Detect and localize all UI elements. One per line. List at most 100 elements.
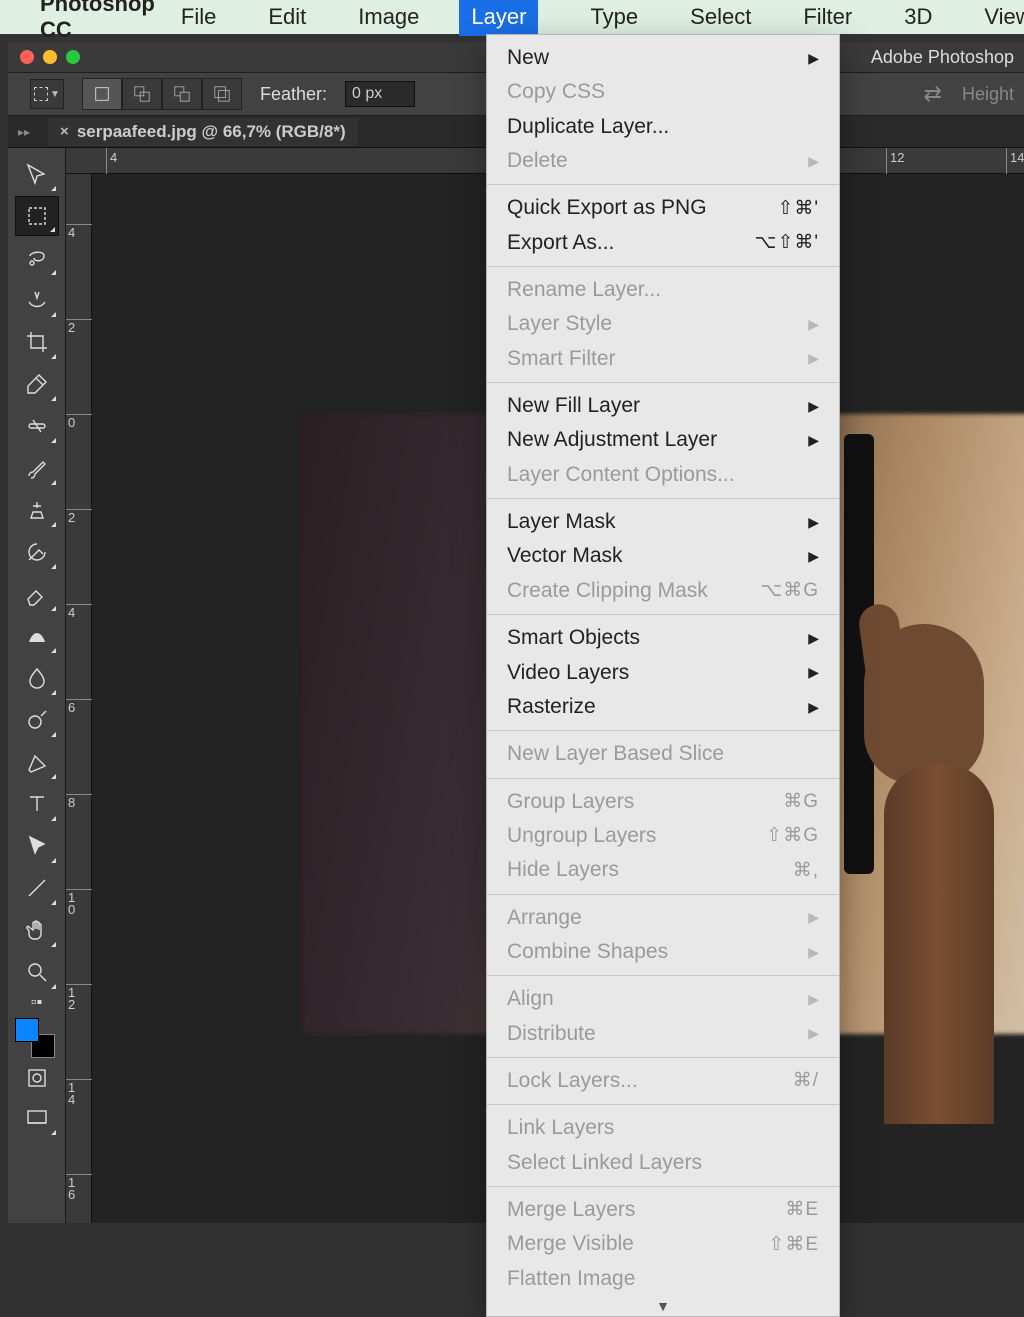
ruler-tick: 8 [66, 794, 92, 809]
crop-tool[interactable] [15, 322, 59, 362]
screen-mode-toggle[interactable] [15, 1098, 59, 1138]
menu-filter[interactable]: Filter [803, 4, 852, 30]
height-label: Height [962, 84, 1014, 105]
menu-item-flatten-image: Flatten Image [487, 1262, 839, 1296]
menu-image[interactable]: Image [358, 4, 419, 30]
tool-preset-picker[interactable]: ▼ [30, 79, 64, 109]
eyedropper-tool[interactable] [15, 364, 59, 404]
ruler-tick: 12 [886, 148, 904, 174]
ruler-tick: 4 [66, 604, 92, 619]
quick-mask-toggle[interactable] [15, 1058, 59, 1098]
close-window-button[interactable] [20, 50, 34, 64]
lasso-tool[interactable] [15, 238, 59, 278]
tool-panel: ▫▪ [8, 148, 66, 1223]
selection-new-button[interactable] [82, 78, 122, 110]
selection-mode-segmented [82, 78, 242, 110]
move-tool[interactable] [15, 154, 59, 194]
maximize-window-button[interactable] [66, 50, 80, 64]
brush-tool[interactable] [15, 448, 59, 488]
path-select-tool[interactable] [15, 826, 59, 866]
menu-item-new-layer-based-slice: New Layer Based Slice [487, 737, 839, 771]
menu-item-align: Align▶ [487, 982, 839, 1016]
menu-item-smart-objects[interactable]: Smart Objects▶ [487, 621, 839, 655]
menu-item-group-layers: Group Layers⌘G [487, 785, 839, 819]
menu-select[interactable]: Select [690, 4, 751, 30]
swap-icon[interactable]: ⇄ [924, 81, 942, 107]
menu-item-duplicate-layer[interactable]: Duplicate Layer... [487, 110, 839, 144]
zoom-tool[interactable] [15, 952, 59, 992]
ruler-tick: 2 [66, 509, 92, 524]
menu-item-merge-layers: Merge Layers⌘E [487, 1193, 839, 1227]
menu-item-layer-mask[interactable]: Layer Mask▶ [487, 505, 839, 539]
menu-item-arrange: Arrange▶ [487, 901, 839, 935]
healing-brush-tool[interactable] [15, 406, 59, 446]
menu-separator [487, 730, 839, 731]
hand-tool[interactable] [15, 910, 59, 950]
history-brush-tool[interactable] [15, 532, 59, 572]
marquee-icon [34, 87, 48, 101]
menu-separator [487, 778, 839, 779]
clone-stamp-tool[interactable] [15, 490, 59, 530]
quick-select-tool[interactable] [15, 280, 59, 320]
menu-item-layer-content-options: Layer Content Options... [487, 458, 839, 492]
menu-separator [487, 975, 839, 976]
ruler-tick: 14 [66, 1079, 92, 1105]
ruler-tick: 10 [66, 889, 92, 915]
feather-input[interactable] [345, 81, 415, 107]
menu-item-delete: Delete▶ [487, 144, 839, 178]
menu-item-vector-mask[interactable]: Vector Mask▶ [487, 539, 839, 573]
menu-item-video-layers[interactable]: Video Layers▶ [487, 656, 839, 690]
ruler-tick: 14 [1006, 148, 1024, 174]
layer-menu-dropdown: New▶Copy CSSDuplicate Layer...Delete▶ Qui… [486, 34, 840, 1317]
menu-separator [487, 1057, 839, 1058]
expand-panels-icon[interactable]: ▸▸ [18, 125, 30, 139]
menu-separator [487, 382, 839, 383]
ruler-tick: 2 [66, 319, 92, 334]
selection-subtract-button[interactable] [162, 78, 202, 110]
ruler-tick: 12 [66, 984, 92, 1010]
eraser-tool[interactable] [15, 574, 59, 614]
pen-tool[interactable] [15, 742, 59, 782]
ruler-tick: 0 [66, 414, 92, 429]
window-traffic-lights [20, 50, 80, 64]
menu-item-copy-css: Copy CSS [487, 75, 839, 109]
menu-type[interactable]: Type [590, 4, 638, 30]
menu-item-quick-export-as-png[interactable]: Quick Export as PNG⇧⌘' [487, 191, 839, 225]
dodge-tool[interactable] [15, 700, 59, 740]
menu-separator [487, 894, 839, 895]
vertical-ruler[interactable]: 420246810121416 [66, 174, 92, 1223]
default-colors-icon[interactable]: ▫▪ [15, 994, 59, 1012]
close-tab-icon[interactable]: × [60, 123, 69, 140]
color-swatches[interactable] [15, 1018, 55, 1058]
menu-layer[interactable]: Layer [459, 0, 538, 36]
menu-item-export-as[interactable]: Export As...⌥⇧⌘' [487, 226, 839, 260]
minimize-window-button[interactable] [43, 50, 57, 64]
menu-item-new-fill-layer[interactable]: New Fill Layer▶ [487, 389, 839, 423]
image-content-hand [824, 604, 1024, 1124]
menu-separator [487, 1186, 839, 1187]
menu-3d[interactable]: 3D [904, 4, 932, 30]
gradient-tool[interactable] [15, 616, 59, 656]
menu-view[interactable]: View [984, 4, 1024, 30]
ruler-tick: 6 [66, 699, 92, 714]
marquee-tool[interactable] [15, 196, 59, 236]
selection-add-button[interactable] [122, 78, 162, 110]
menu-item-rasterize[interactable]: Rasterize▶ [487, 690, 839, 724]
selection-intersect-button[interactable] [202, 78, 242, 110]
line-tool[interactable] [15, 868, 59, 908]
blur-tool[interactable] [15, 658, 59, 698]
menu-item-new[interactable]: New▶ [487, 41, 839, 75]
menu-item-new-adjustment-layer[interactable]: New Adjustment Layer▶ [487, 423, 839, 457]
menu-item-select-linked-layers: Select Linked Layers [487, 1146, 839, 1180]
document-tab[interactable]: × serpaafeed.jpg @ 66,7% (RGB/8*) [48, 118, 358, 146]
document-tab-label: serpaafeed.jpg @ 66,7% (RGB/8*) [77, 122, 346, 142]
mac-menubar: Photoshop CC FileEditImageLayerTypeSelec… [0, 0, 1024, 34]
type-tool[interactable] [15, 784, 59, 824]
menu-edit[interactable]: Edit [268, 4, 306, 30]
menu-item-create-clipping-mask: Create Clipping Mask⌥⌘G [487, 574, 839, 608]
menu-item-lock-layers: Lock Layers...⌘/ [487, 1064, 839, 1098]
menu-item-hide-layers: Hide Layers⌘, [487, 853, 839, 887]
menu-item-link-layers: Link Layers [487, 1111, 839, 1145]
menu-file[interactable]: File [181, 4, 216, 30]
ruler-tick: 16 [66, 1174, 92, 1200]
